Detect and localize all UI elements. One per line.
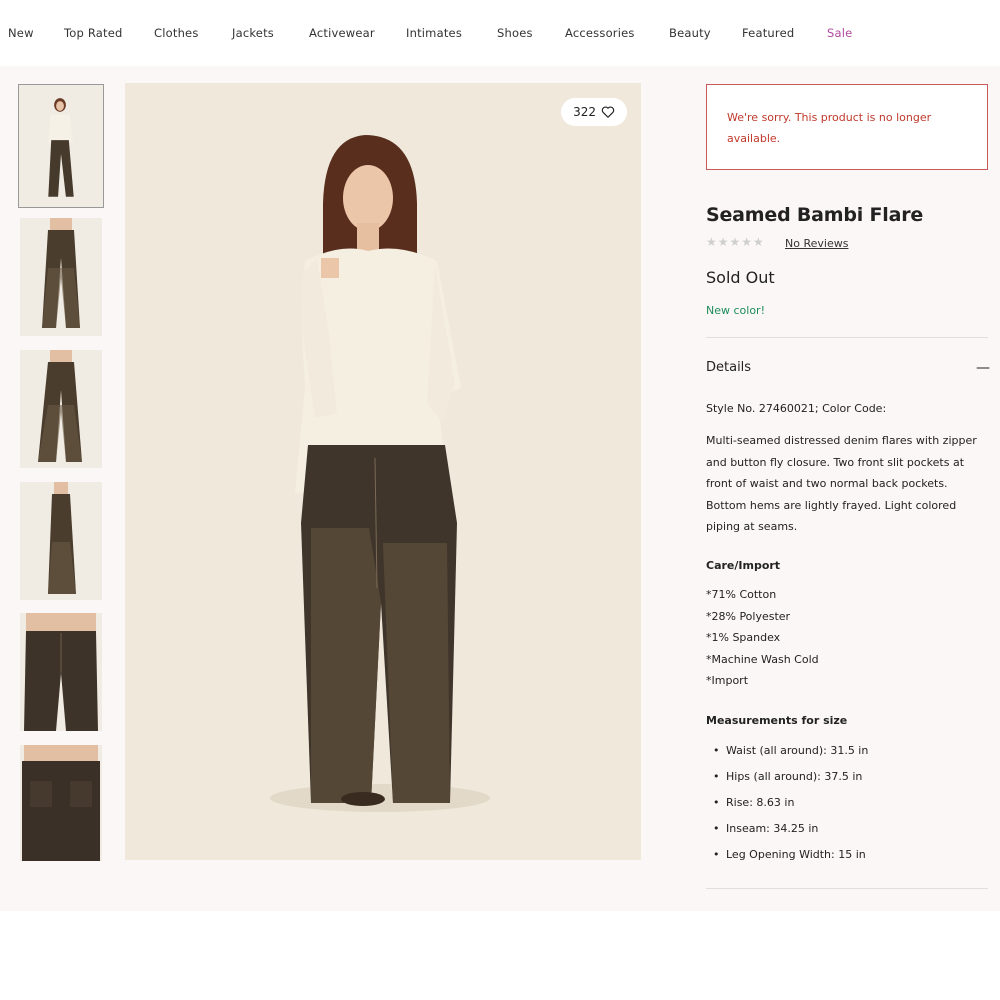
product-title: Seamed Bambi Flare <box>706 204 924 226</box>
main-product-image[interactable]: 322 <box>125 83 641 860</box>
collapse-details-button[interactable]: — <box>976 360 990 376</box>
like-count: 322 <box>573 105 596 119</box>
product-thumbnail-4[interactable] <box>20 482 102 600</box>
divider <box>706 888 988 889</box>
product-thumbnail-1[interactable] <box>18 84 104 208</box>
reviews-link[interactable]: No Reviews <box>785 237 848 250</box>
nav-item-sale[interactable]: Sale <box>827 26 852 40</box>
model-photo <box>125 83 641 860</box>
product-thumbnail-2[interactable] <box>20 218 102 336</box>
nav-item-beauty[interactable]: Beauty <box>669 26 711 40</box>
nav-item-accessories[interactable]: Accessories <box>565 26 635 40</box>
measurements-heading: Measurements for size <box>706 714 848 727</box>
measurement-text: Inseam: 34.25 in <box>726 822 819 835</box>
top-nav: New Top Rated Clothes Jackets Activewear… <box>0 0 1000 66</box>
like-button[interactable]: 322 <box>561 98 627 126</box>
care-heading: Care/Import <box>706 559 781 572</box>
thumbnail-image-waist-back-detail <box>20 745 102 861</box>
nav-item-featured[interactable]: Featured <box>742 26 794 40</box>
thumbnail-image-jeans-back <box>20 350 102 468</box>
care-item: *1% Spandex <box>706 631 781 644</box>
measurement-text: Rise: 8.63 in <box>726 796 795 809</box>
stock-status: Sold Out <box>706 268 775 287</box>
divider <box>706 337 988 338</box>
product-description: Multi-seamed distressed denim flares wit… <box>706 434 977 533</box>
care-item: *28% Polyester <box>706 610 791 623</box>
thumbnail-image-waist-front-detail <box>20 613 102 731</box>
thumbnail-image-jeans-front <box>20 218 102 336</box>
rating-stars-icon: ★★★★★ <box>706 235 765 249</box>
nav-item-top-rated[interactable]: Top Rated <box>64 26 123 40</box>
alert-text: We're sorry. This product is no longer a… <box>727 111 932 145</box>
care-item: *Machine Wash Cold <box>706 653 819 666</box>
nav-item-intimates[interactable]: Intimates <box>406 26 462 40</box>
nav-item-shoes[interactable]: Shoes <box>497 26 533 40</box>
measurement-item: Leg Opening Width: 15 in <box>713 848 866 861</box>
nav-item-clothes[interactable]: Clothes <box>154 26 199 40</box>
unavailable-alert: We're sorry. This product is no longer a… <box>706 84 988 170</box>
measurement-item: Hips (all around): 37.5 in <box>713 770 863 783</box>
measurement-item: Waist (all around): 31.5 in <box>713 744 869 757</box>
measurement-text: Leg Opening Width: 15 in <box>726 848 866 861</box>
thumbnail-image-full-outfit <box>19 85 103 207</box>
measurement-item: Rise: 8.63 in <box>713 796 795 809</box>
measurement-text: Waist (all around): 31.5 in <box>726 744 869 757</box>
nav-item-new[interactable]: New <box>8 26 34 40</box>
new-color-badge: New color! <box>706 304 765 317</box>
care-item: *71% Cotton <box>706 588 777 601</box>
nav-item-activewear[interactable]: Activewear <box>309 26 375 40</box>
nav-item-jackets[interactable]: Jackets <box>232 26 274 40</box>
measurement-text: Hips (all around): 37.5 in <box>726 770 863 783</box>
product-thumbnail-3[interactable] <box>20 350 102 468</box>
product-thumbnail-6[interactable] <box>20 745 102 861</box>
thumbnail-image-jeans-side <box>20 482 102 600</box>
product-thumbnail-5[interactable] <box>20 613 102 731</box>
measurement-item: Inseam: 34.25 in <box>713 822 819 835</box>
heart-icon <box>601 106 615 118</box>
details-heading[interactable]: Details <box>706 360 751 375</box>
style-number: Style No. 27460021; Color Code: <box>706 402 887 415</box>
care-item: *Import <box>706 674 749 687</box>
